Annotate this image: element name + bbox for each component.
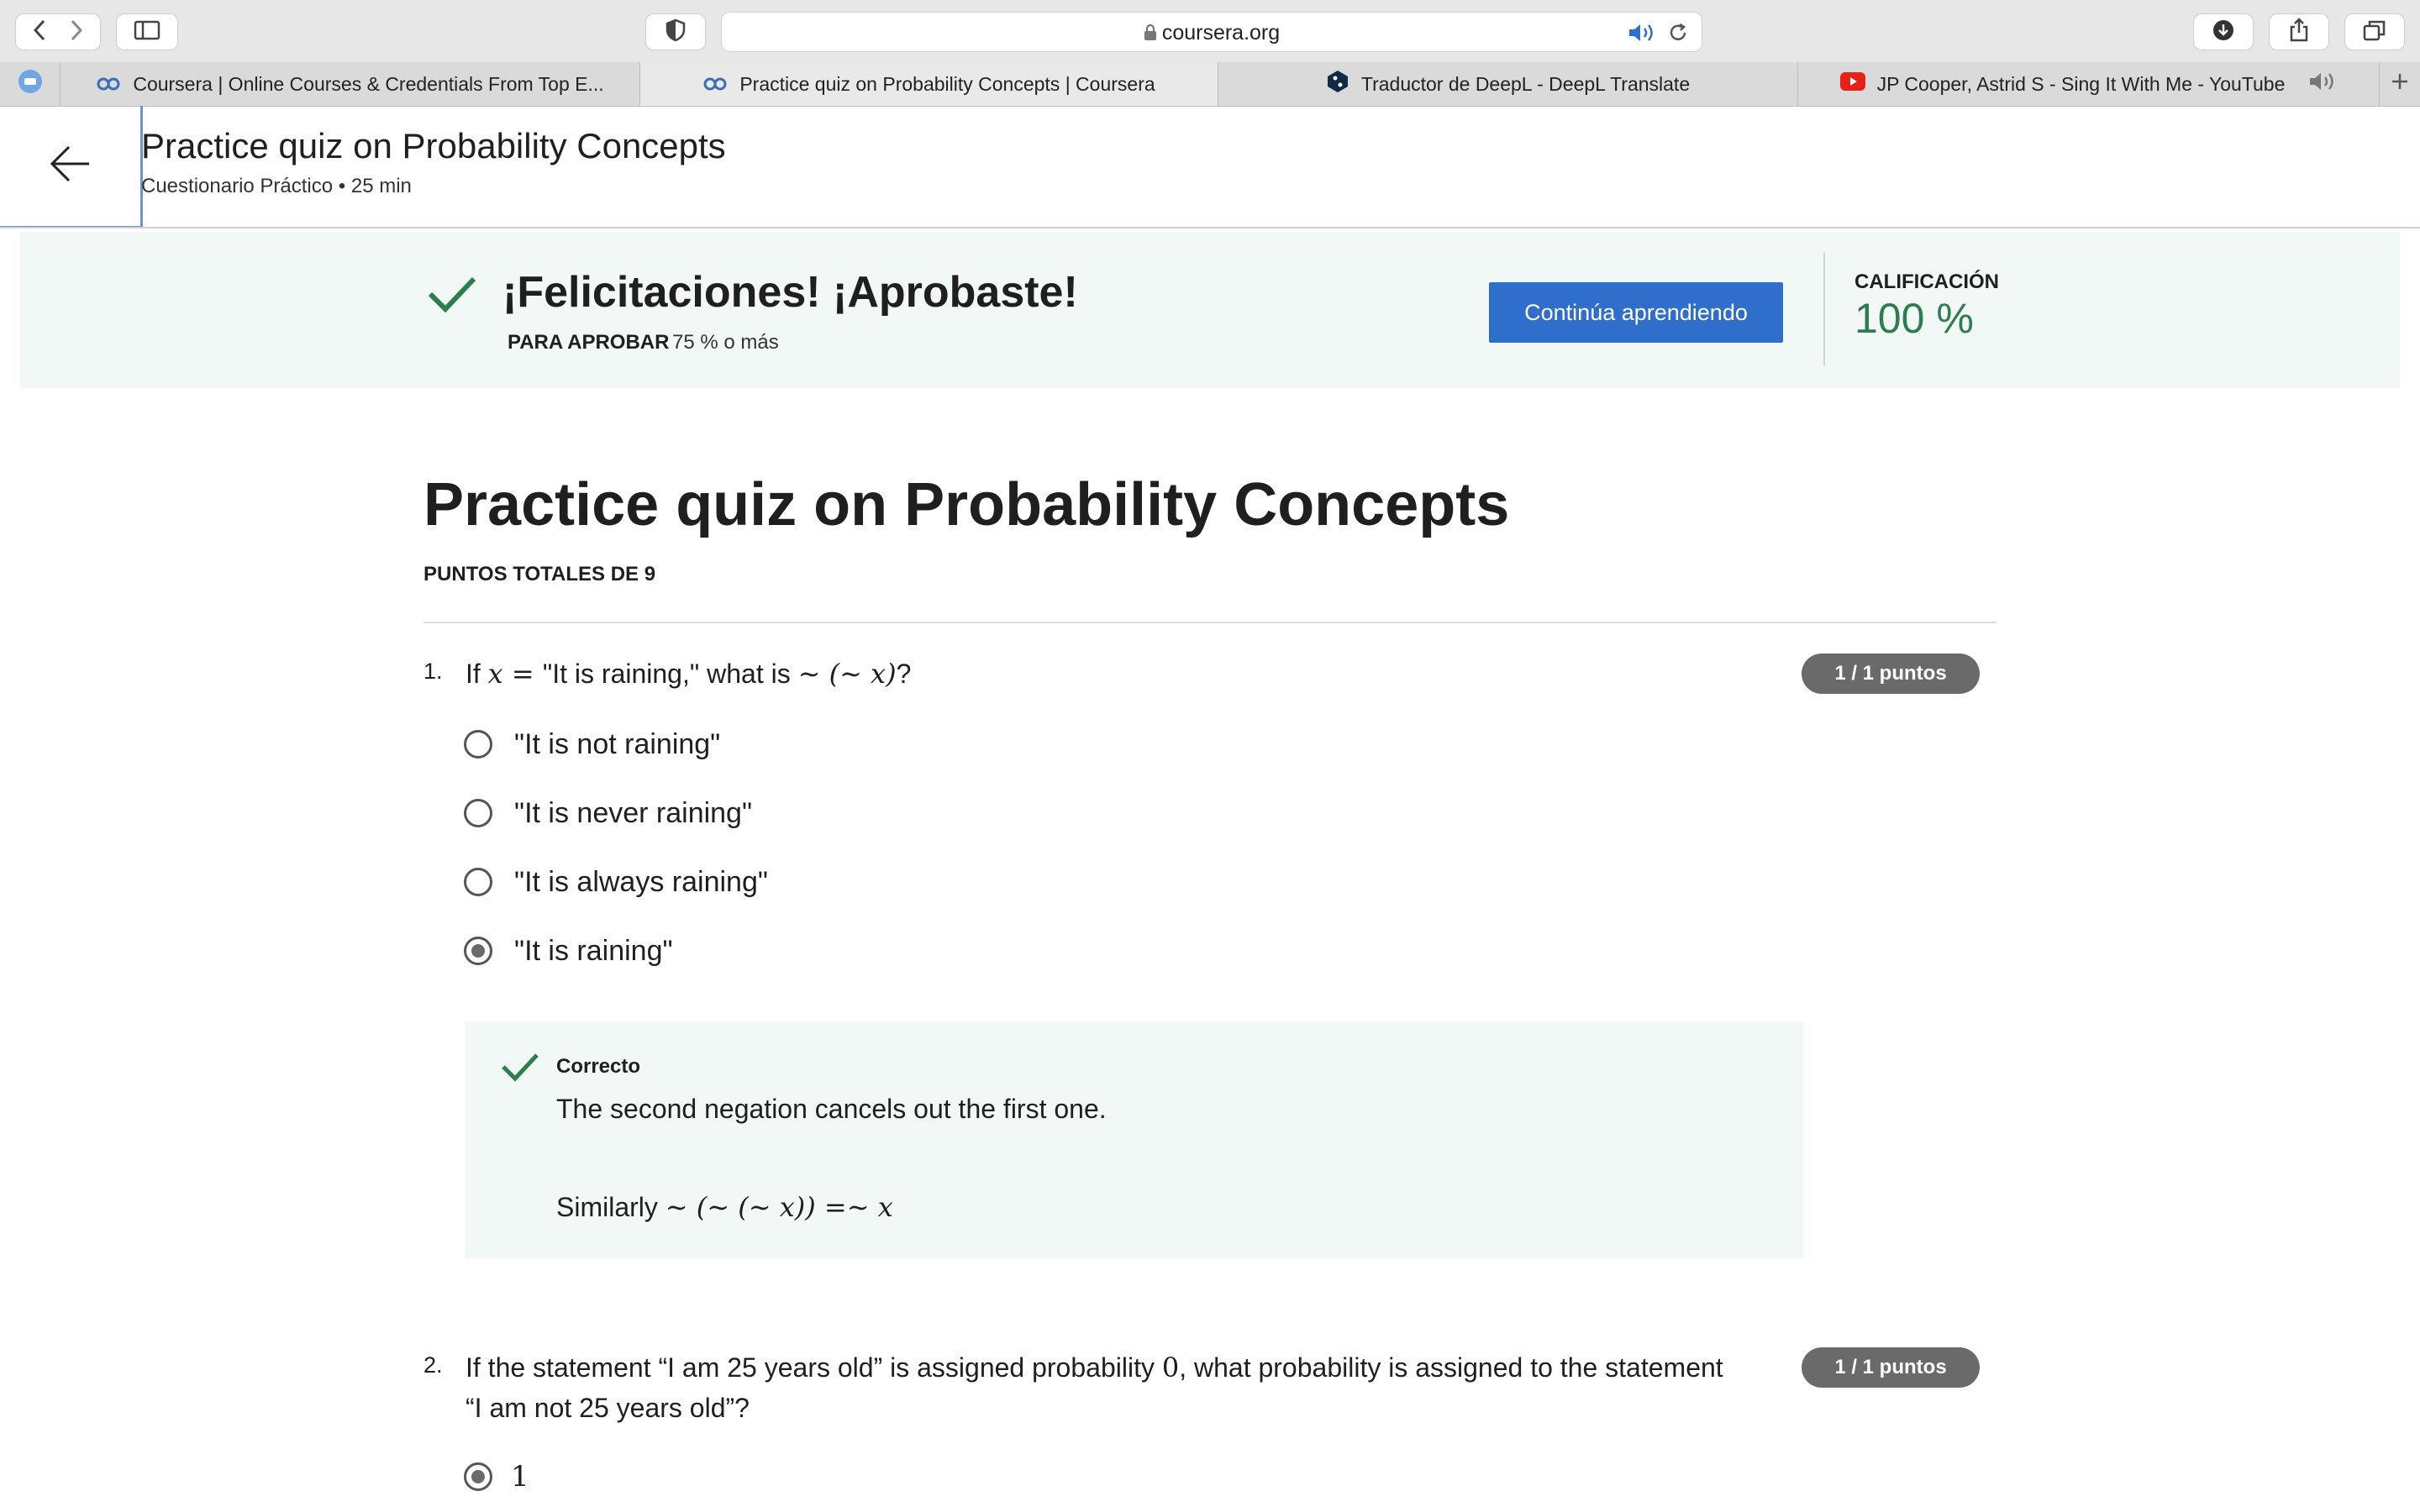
math-expression: ∼ (∼ x) <box>797 658 897 690</box>
question-text-part: "It is raining," what is <box>542 659 798 689</box>
continue-learning-button[interactable]: Continúa aprendiendo <box>1489 282 1783 343</box>
option-label: "It is not raining" <box>514 727 721 760</box>
lock-icon <box>1144 23 1157 47</box>
question-text: If x = "It is raining," what is ∼ (∼ x)? <box>466 654 911 694</box>
arrow-left-icon <box>49 145 92 186</box>
sidebar-toggle-button[interactable] <box>116 13 178 50</box>
option-label: "It is always raining" <box>514 865 768 898</box>
tab-label: JP Cooper, Astrid S - Sing It With Me - … <box>1876 72 2286 95</box>
share-button[interactable] <box>2269 13 2329 50</box>
downloads-button[interactable] <box>2193 13 2254 50</box>
tab-deepl[interactable]: Traductor de DeepL - DeepL Translate <box>1218 62 1798 106</box>
history-nav <box>15 13 101 50</box>
tab-youtube[interactable]: JP Cooper, Astrid S - Sing It With Me - … <box>1798 62 2380 106</box>
tab-label: Coursera | Online Courses & Credentials … <box>133 72 604 95</box>
pass-threshold-value: 75 % o más <box>672 331 779 354</box>
back-button[interactable] <box>0 106 143 228</box>
question-text-part: ? <box>896 659 912 689</box>
quiz-divider <box>424 622 1996 623</box>
youtube-icon <box>1839 72 1865 96</box>
feedback-status: Correcto <box>556 1055 641 1078</box>
math-number: 0 <box>1161 1352 1180 1383</box>
radio-button[interactable] <box>464 868 492 896</box>
deepl-icon <box>1326 69 1349 99</box>
download-icon <box>2212 18 2235 46</box>
correct-check-icon <box>501 1052 539 1086</box>
feedback-explanation: The second negation cancels out the firs… <box>556 1094 1107 1124</box>
pinned-tab[interactable] <box>0 62 60 106</box>
tabs-icon <box>2363 19 2386 45</box>
tab-coursera-home[interactable]: Coursera | Online Courses & Credentials … <box>60 62 640 106</box>
tab-practice-quiz[interactable]: Practice quiz on Probability Concepts | … <box>640 62 1218 106</box>
pass-heading: ¡Felicitaciones! ¡Aprobaste! <box>502 268 1078 317</box>
question-text: If the statement “I am 25 years old” is … <box>466 1347 1793 1428</box>
answer-option[interactable]: "It is never raining" <box>464 795 752 832</box>
tab-audio-icon[interactable] <box>2308 71 2337 97</box>
shield-icon <box>666 18 686 46</box>
tab-label: Traductor de DeepL - DeepL Translate <box>1360 72 1691 95</box>
header-divider <box>0 227 2420 228</box>
answer-option[interactable]: "It is always raining" <box>464 864 768 900</box>
option-label: "It is never raining" <box>514 796 753 829</box>
radio-button[interactable] <box>464 799 492 827</box>
radio-button-selected[interactable] <box>464 1462 492 1491</box>
option-label: 1 <box>511 1460 529 1494</box>
points-badge: 1 / 1 puntos <box>1802 654 1980 694</box>
answer-option-selected[interactable]: "It is raining" <box>464 932 673 969</box>
pass-banner <box>20 232 2400 388</box>
reload-icon[interactable] <box>1666 21 1690 49</box>
back-nav-icon[interactable] <box>32 18 47 46</box>
math-operator: = <box>502 658 543 690</box>
radio-button[interactable] <box>464 730 492 759</box>
banner-divider <box>1823 252 1825 366</box>
pinned-site-icon <box>18 69 43 99</box>
quiz-title: Practice quiz on Probability Concepts <box>424 471 1510 538</box>
tab-bar: Coursera | Online Courses & Credentials … <box>0 62 2420 107</box>
tab-overview-button[interactable] <box>2344 13 2405 50</box>
grade-label: CALIFICACIÓN <box>1854 270 1999 293</box>
question-number: 2. <box>424 1352 443 1378</box>
coursera-icon <box>96 73 121 96</box>
question-text-part: If the statement “I am 25 years old” is … <box>466 1352 1162 1383</box>
sidebar-icon <box>134 20 160 45</box>
url-display: coursera.org <box>722 21 1702 47</box>
question-text-part: If <box>466 659 488 689</box>
total-points: PUNTOS TOTALES DE 9 <box>424 563 656 585</box>
answer-option[interactable]: "It is not raining" <box>464 726 720 763</box>
radio-button-selected[interactable] <box>464 937 492 965</box>
new-tab-button[interactable] <box>2380 62 2420 106</box>
answer-option-selected[interactable]: 1 <box>464 1458 529 1495</box>
math-expression: ∼ (∼ (∼ x)) =∼ x <box>665 1191 893 1223</box>
math-variable: x <box>487 658 503 690</box>
url-text: coursera.org <box>1161 21 1281 45</box>
points-badge: 1 / 1 puntos <box>1802 1347 1980 1388</box>
audio-playing-icon[interactable] <box>1628 23 1656 47</box>
forward-nav-icon[interactable] <box>69 18 84 46</box>
pass-threshold-label: PARA APROBAR <box>508 331 670 354</box>
coursera-icon <box>702 73 728 96</box>
privacy-shield-button[interactable] <box>645 13 706 50</box>
feedback-example-text: Similarly <box>556 1192 666 1222</box>
question-number: 1. <box>424 659 443 684</box>
page-title: Practice quiz on Probability Concepts <box>141 126 726 165</box>
share-icon <box>2288 17 2310 47</box>
option-label: "It is raining" <box>514 934 673 967</box>
plus-icon <box>2390 71 2410 97</box>
question-text-part: , what probability is assigned to the st… <box>1179 1352 1723 1383</box>
feedback-example: Similarly ∼ (∼ (∼ x)) =∼ x <box>556 1191 893 1223</box>
checkmark-icon <box>427 274 477 318</box>
page-subtitle: Cuestionario Práctico • 25 min <box>141 175 412 197</box>
grade-value: 100 % <box>1854 295 1974 342</box>
question-text-part: “I am not 25 years old”? <box>466 1393 750 1423</box>
address-bar[interactable]: coursera.org <box>721 12 1702 52</box>
browser-toolbar: coursera.org <box>0 0 2420 63</box>
tab-label: Practice quiz on Probability Concepts | … <box>739 72 1155 95</box>
